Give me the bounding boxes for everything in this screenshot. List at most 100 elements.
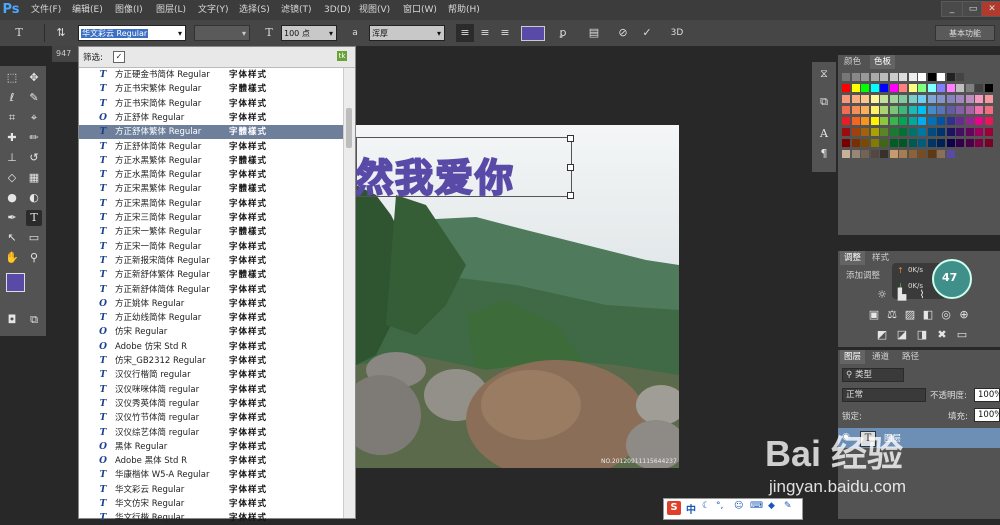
healing-tool-icon[interactable]: ✚ <box>4 130 20 146</box>
lasso-tool-icon[interactable]: ℓ <box>4 90 20 106</box>
color-swatch[interactable] <box>889 139 898 147</box>
color-swatch[interactable] <box>861 128 869 136</box>
color-swatch[interactable] <box>870 139 879 147</box>
font-list-item[interactable]: T 方正宋黑简体 Regular 字体样式 <box>79 197 344 211</box>
gradient-map-icon[interactable]: ▭ <box>954 327 970 343</box>
font-list-item[interactable]: T 方正舒体繁体 Regular 字體樣式 <box>79 125 344 140</box>
color-swatch[interactable] <box>937 73 945 81</box>
font-list-item[interactable]: T 汉仪秀英体简 regular 字体样式 <box>79 397 344 411</box>
color-swatch[interactable] <box>861 84 869 92</box>
workspace-button[interactable]: 基本功能 <box>935 25 995 41</box>
color-swatch[interactable] <box>975 139 983 147</box>
color-swatch[interactable] <box>851 95 860 103</box>
color-swatch[interactable] <box>965 128 974 136</box>
color-swatch[interactable] <box>851 150 860 158</box>
color-swatch[interactable] <box>946 150 955 158</box>
toggle-orientation-icon[interactable]: ⇅ <box>52 24 70 42</box>
font-size-select[interactable]: 100 点 ▾ <box>281 25 337 41</box>
punctuation-icon[interactable]: °, <box>716 501 723 511</box>
color-swatch[interactable] <box>880 106 888 114</box>
color-swatch[interactable] <box>842 150 850 158</box>
menu-image[interactable]: 图像(I) <box>115 0 143 20</box>
ime-toolbar[interactable]: S 中 ☾ °, ☺ ⌨ ◆ ✎ <box>663 498 803 520</box>
font-list-item[interactable]: T 华康楷体 W5-A Regular 字体样式 <box>79 468 344 482</box>
smile-icon[interactable]: ☺ <box>734 501 743 511</box>
skin-icon[interactable]: ◆ <box>768 501 775 511</box>
transform-handle[interactable] <box>567 192 574 199</box>
color-swatch[interactable] <box>842 73 850 81</box>
font-list-item[interactable]: T 华文仿宋 Regular 字体样式 <box>79 497 344 511</box>
color-swatch[interactable] <box>918 150 926 158</box>
color-swatch[interactable] <box>899 106 907 114</box>
color-swatch[interactable] <box>937 95 945 103</box>
curves-icon[interactable]: ⌇ <box>914 287 930 303</box>
levels-icon[interactable]: ▙ <box>894 287 910 303</box>
eyedropper-tool-icon[interactable]: ⌖ <box>26 110 42 126</box>
color-swatch[interactable] <box>908 84 917 92</box>
keyboard-icon[interactable]: ⌨ <box>750 501 763 511</box>
font-list-item[interactable]: T 华文行楷 Regular 字体样式 <box>79 511 344 525</box>
font-list-item[interactable]: T 方正宋三简体 Regular 字体样式 <box>79 211 344 225</box>
color-swatch[interactable] <box>965 117 974 125</box>
warp-text-icon[interactable]: ꝑ <box>554 24 572 42</box>
marquee-tool-icon[interactable]: ⬚ <box>4 70 20 86</box>
speed-ball[interactable]: 47 <box>932 259 972 299</box>
color-swatch[interactable] <box>918 139 926 147</box>
font-list-item[interactable]: T 方正书宋简体 Regular 字体样式 <box>79 97 344 111</box>
color-swatch[interactable] <box>842 117 850 125</box>
commit-icon[interactable]: ✓ <box>638 24 656 42</box>
align-left-icon[interactable]: ≡ <box>456 24 474 42</box>
color-swatch[interactable] <box>975 117 983 125</box>
text-color-swatch[interactable] <box>521 26 545 41</box>
color-swatch[interactable] <box>927 106 936 114</box>
color-swatch[interactable] <box>956 73 964 81</box>
font-list-scrollbar[interactable] <box>343 68 355 518</box>
quick-mask-icon[interactable]: ◘ <box>4 312 20 328</box>
font-list-item[interactable]: T 方正舒体简体 Regular 字体样式 <box>79 140 344 154</box>
mixer-icon[interactable]: ⊕ <box>956 307 972 323</box>
color-swatch[interactable] <box>851 128 860 136</box>
color-swatch[interactable] <box>889 95 898 103</box>
bw-icon[interactable]: ◧ <box>920 307 936 323</box>
color-swatch[interactable] <box>889 84 898 92</box>
font-list-item[interactable]: T 汉仪行楷简 regular 字体样式 <box>79 368 344 382</box>
history-brush-icon[interactable]: ↺ <box>26 150 42 166</box>
color-swatch[interactable] <box>956 106 964 114</box>
font-list-item[interactable]: T 方正宋黑繁体 Regular 字體樣式 <box>79 182 344 196</box>
color-swatch[interactable] <box>965 95 974 103</box>
filter-checkbox[interactable]: ✓ <box>113 51 125 63</box>
color-swatch[interactable] <box>908 128 917 136</box>
eraser-tool-icon[interactable]: ◇ <box>4 170 20 186</box>
font-list-item[interactable]: T 汉仪综艺体简 regular 字体样式 <box>79 426 344 440</box>
pen-tool-icon[interactable]: ✒ <box>4 210 20 226</box>
tab-channels[interactable]: 通道 <box>868 350 893 364</box>
gradient-tool-icon[interactable]: ▦ <box>26 170 42 186</box>
character-panel-icon[interactable]: ▤ <box>585 24 603 42</box>
color-swatch[interactable] <box>889 106 898 114</box>
tab-paths[interactable]: 路径 <box>898 350 923 364</box>
color-swatch[interactable] <box>918 84 926 92</box>
menu-layer[interactable]: 图层(L) <box>156 0 186 20</box>
font-list-item[interactable]: O 方正姚体 Regular 字体样式 <box>79 297 344 311</box>
menu-edit[interactable]: 编辑(E) <box>72 0 103 20</box>
color-swatch[interactable] <box>918 128 926 136</box>
color-swatch[interactable] <box>937 84 945 92</box>
transform-handle[interactable] <box>567 164 574 171</box>
color-swatch[interactable] <box>870 128 879 136</box>
quick-select-tool-icon[interactable]: ✎ <box>26 90 42 106</box>
color-swatch[interactable] <box>899 73 907 81</box>
color-swatch[interactable] <box>927 73 936 81</box>
color-swatch[interactable] <box>851 117 860 125</box>
paragraph-icon[interactable]: ¶ <box>816 146 832 162</box>
tab-adjustments[interactable]: 调整 <box>840 251 866 265</box>
align-center-icon[interactable]: ≡ <box>476 24 494 42</box>
color-swatch[interactable] <box>899 117 907 125</box>
tab-swatches[interactable]: 色板 <box>870 55 896 69</box>
font-list-item[interactable]: T 汉仪竹节体简 regular 字体样式 <box>79 411 344 425</box>
font-style-select[interactable]: ▾ <box>194 25 250 41</box>
font-list-item[interactable]: T 方正书宋繁体 Regular 字體樣式 <box>79 82 344 96</box>
color-swatch[interactable] <box>889 150 898 158</box>
actions-icon[interactable]: ⧉ <box>816 94 832 110</box>
color-swatch[interactable] <box>842 128 850 136</box>
color-swatch[interactable] <box>918 106 926 114</box>
